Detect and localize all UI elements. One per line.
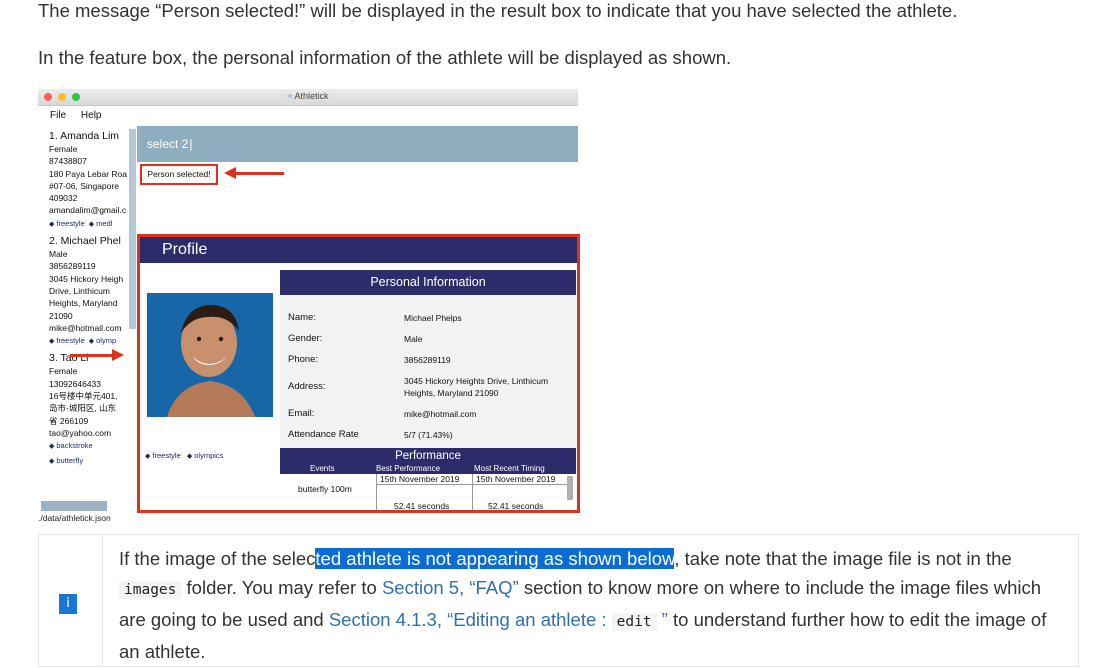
performance-columns: Events Best Performance Most Recent Timi… [280,464,576,474]
info-icon: i [59,594,77,614]
command-box[interactable]: select 2 [137,126,578,162]
personal-info-panel: Personal Information Name: Michael Phelp… [280,270,576,510]
menu-file[interactable]: File [50,110,66,121]
event-name: butterfly 100m [298,484,352,494]
performance-header: Performance [280,448,576,464]
tag-label: olymp [89,336,116,345]
feature-box: Profile freestyle olympics Personal Info… [137,234,580,513]
person-list[interactable]: 1. Amanda Lim Female 87438807 180 Paya L… [49,130,127,500]
tag-label: butterfly [49,456,83,465]
link-editing-section[interactable]: Section 4.1.3, “Editing an athlete : edi… [329,609,668,631]
person-gender: Female [49,366,78,377]
code-images: images [119,581,182,599]
profile-header: Profile [140,237,577,263]
personal-info-header: Personal Information [280,270,576,295]
field-label-address: Address: [288,381,326,392]
person-card[interactable]: 3. Tao Li Female 13092646433 16号楼中单元401,… [49,352,127,467]
selected-text: ted athlete is not appearing as shown be… [315,548,675,569]
link-faq-section[interactable]: Section 5, “FAQ” [382,577,519,598]
field-label-name: Name: [288,312,316,323]
profile-title: Profile [162,241,208,258]
admonition-icon-cell: i [39,535,103,666]
best-time: 52.41 seconds [394,501,450,511]
recent-date: 15th November 2019 [476,474,556,484]
admonition-text-part: folder. You may refer to [181,577,382,598]
column-most-recent[interactable]: Most Recent Timing [474,464,545,473]
person-address: Heights, Maryland [49,298,118,309]
app-screenshot: ≈ Athletick File Help 1. Amanda Lim Fema… [38,89,580,527]
field-label-email: Email: [288,408,315,419]
column-events[interactable]: Events [310,464,334,473]
person-address: 省 266109 [49,415,89,426]
field-value-gender: Male [404,334,423,344]
person-name: 1. Amanda Lim [49,130,120,142]
person-name: 2. Michael Phel [49,235,121,248]
command-input[interactable]: select 2 [147,137,192,151]
tag-label: backstroke [49,441,93,450]
field-value-attendance: 5/7 (71.43%) [404,430,453,440]
window-title: ≈ Athletick [287,91,329,101]
tag-label: olympics [187,451,224,460]
person-email: tao@yahoo.com [49,427,112,438]
tag-label: medl [89,219,113,228]
column-best-performance[interactable]: Best Performance [376,464,440,473]
code-edit: edit [611,613,657,631]
profile-tags: freestyle olympics [145,451,227,460]
annotation-arrow-result [234,172,284,175]
doc-paragraph-2: In the feature box, the personal informa… [38,47,732,68]
menu-bar: File Help [50,110,113,121]
person-address: 21090 [49,310,73,321]
admonition-text-part: , take note that the image file is not i… [674,548,1012,569]
admonition-text-part: If the image of the selec [119,548,316,569]
field-value-name: Michael Phelps [404,313,462,323]
person-address: #07-06, Singapore [49,180,119,191]
field-value-phone: 3856289119 [404,355,451,365]
status-bar-path: ./data/athletick.json [38,513,111,523]
person-gender: Male [49,249,68,260]
person-email: mike@hotmail.com [49,322,122,333]
person-card[interactable]: 2. Michael Phel Male 3856289119 3045 Hic… [49,235,127,348]
field-label-gender: Gender: [288,333,323,344]
recent-time: 52.41 seconds [488,501,544,511]
admonition-text: If the image of the selected athlete is … [119,544,1064,666]
person-address: 409032 [49,193,78,204]
person-address: 3045 Hickory Heigh [49,273,124,284]
doc-paragraph-1: The message “Person selected!” will be d… [38,0,958,21]
person-phone: 13092646433 [49,378,102,389]
table-scrollbar[interactable] [567,476,573,500]
field-value-email: mike@hotmail.com [404,409,477,419]
person-address: 岛市-城阳区, 山东 [49,403,117,414]
arrow-head-left-icon [224,167,236,179]
person-address: 16号楼中单元401, [49,391,118,402]
tag-label: freestyle [49,336,85,345]
person-address: 180 Paya Lebar Roa [49,168,127,179]
info-admonition: i If the image of the selected athlete i… [38,534,1079,667]
person-address: Drive, Linthicum [49,285,110,296]
athlete-photo [147,293,273,417]
performance-table: butterfly 100m 15th November 2019 15th N… [280,474,576,511]
result-box: Person selected! [140,164,218,185]
menu-help[interactable]: Help [81,110,102,121]
arrow-head-right-icon [112,349,124,361]
field-label-phone: Phone: [288,354,319,365]
list-horizontal-scrollbar[interactable] [41,501,107,511]
app-swimmer-icon: ≈ [287,91,293,101]
field-value-address: 3045 Hickory Heights Drive, Linthicum He… [404,376,549,398]
person-phone: 87438807 [49,156,87,167]
person-phone: 3856289119 [49,261,96,272]
person-gender: Female [49,144,78,154]
tag-label: freestyle [145,451,181,460]
list-vertical-scrollbar[interactable] [129,129,136,329]
best-date: 15th November 2019 [380,474,460,484]
field-label-attendance: Attendance Rate [288,429,359,440]
person-card[interactable]: 1. Amanda Lim Female 87438807 180 Paya L… [49,130,127,231]
person-email: amandalim@gmail.c [49,205,127,216]
annotation-arrow-person [70,354,114,357]
tag-label: freestyle [49,219,85,228]
window-titlebar: ≈ Athletick [38,89,578,106]
